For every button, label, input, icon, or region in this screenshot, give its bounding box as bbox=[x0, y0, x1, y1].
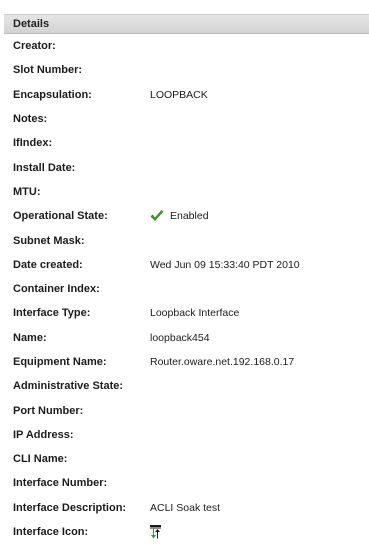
slot-number-label: Slot Number: bbox=[13, 64, 83, 77]
row-name: Name: loopback454 bbox=[4, 326, 369, 350]
encapsulation-value: LOOPBACK bbox=[150, 88, 208, 101]
row-date-created: Date created: Wed Jun 09 15:33:40 PDT 20… bbox=[4, 253, 369, 277]
row-subnet-mask: Subnet Mask: bbox=[4, 228, 369, 252]
details-rows: Creator: Slot Number: Encapsulation: LOO… bbox=[4, 34, 369, 544]
date-created-label: Date created: bbox=[13, 258, 83, 271]
interface-icon-value bbox=[150, 525, 161, 539]
notes-label: Notes: bbox=[13, 113, 48, 126]
row-port-number: Port Number: bbox=[4, 398, 369, 422]
row-notes: Notes: bbox=[4, 107, 369, 131]
interface-icon-label: Interface Icon: bbox=[13, 526, 89, 539]
date-created-value: Wed Jun 09 15:33:40 PDT 2010 bbox=[150, 258, 300, 271]
row-ip-address: IP Address: bbox=[4, 423, 369, 447]
encapsulation-label: Encapsulation: bbox=[13, 88, 92, 101]
interface-description-value: ACLI Soak test bbox=[150, 501, 221, 514]
container-index-label: Container Index: bbox=[13, 283, 100, 296]
interface-type-value: Loopback Interface bbox=[150, 307, 240, 320]
row-container-index: Container Index: bbox=[4, 277, 369, 301]
row-slot-number: Slot Number: bbox=[4, 58, 369, 82]
row-interface-type: Interface Type: Loopback Interface bbox=[4, 301, 369, 325]
ifindex-label: IfIndex: bbox=[13, 137, 53, 150]
check-icon bbox=[150, 210, 164, 222]
row-mtu: MTU: bbox=[4, 180, 369, 204]
subnet-mask-label: Subnet Mask: bbox=[13, 234, 85, 247]
name-value: loopback454 bbox=[150, 331, 210, 344]
row-interface-icon: Interface Icon: bbox=[4, 520, 369, 544]
interface-type-label: Interface Type: bbox=[13, 307, 91, 320]
creator-label: Creator: bbox=[13, 40, 56, 53]
row-equipment-name: Equipment Name: Router.oware.net.192.168… bbox=[4, 350, 369, 374]
details-header: Details bbox=[4, 14, 369, 34]
interface-number-label: Interface Number: bbox=[13, 477, 108, 490]
row-interface-number: Interface Number: bbox=[4, 471, 369, 495]
administrative-state-label: Administrative State: bbox=[13, 380, 124, 393]
interface-description-label: Interface Description: bbox=[13, 501, 127, 514]
interface-icon bbox=[150, 525, 161, 539]
mtu-label: MTU: bbox=[13, 185, 41, 198]
name-label: Name: bbox=[13, 331, 47, 344]
ip-address-label: IP Address: bbox=[13, 428, 74, 441]
operational-state-text: Enabled bbox=[170, 210, 209, 223]
cli-name-label: CLI Name: bbox=[13, 453, 68, 466]
port-number-label: Port Number: bbox=[13, 404, 84, 417]
details-title: Details bbox=[13, 18, 50, 30]
row-interface-description: Interface Description: ACLI Soak test bbox=[4, 496, 369, 520]
row-administrative-state: Administrative State: bbox=[4, 374, 369, 398]
details-panel: Details Creator: Slot Number: Encapsulat… bbox=[4, 14, 369, 544]
row-operational-state: Operational State: Enabled bbox=[4, 204, 369, 228]
row-creator: Creator: bbox=[4, 34, 369, 58]
row-encapsulation: Encapsulation: LOOPBACK bbox=[4, 83, 369, 107]
equipment-name-label: Equipment Name: bbox=[13, 356, 107, 368]
equipment-name-value: Router.oware.net.192.168.0.17 bbox=[150, 356, 295, 368]
row-install-date: Install Date: bbox=[4, 155, 369, 179]
row-cli-name: CLI Name: bbox=[4, 447, 369, 471]
row-ifindex: IfIndex: bbox=[4, 131, 369, 155]
operational-state-label: Operational State: bbox=[13, 210, 108, 223]
install-date-label: Install Date: bbox=[13, 161, 76, 174]
operational-state-value: Enabled bbox=[150, 210, 209, 222]
